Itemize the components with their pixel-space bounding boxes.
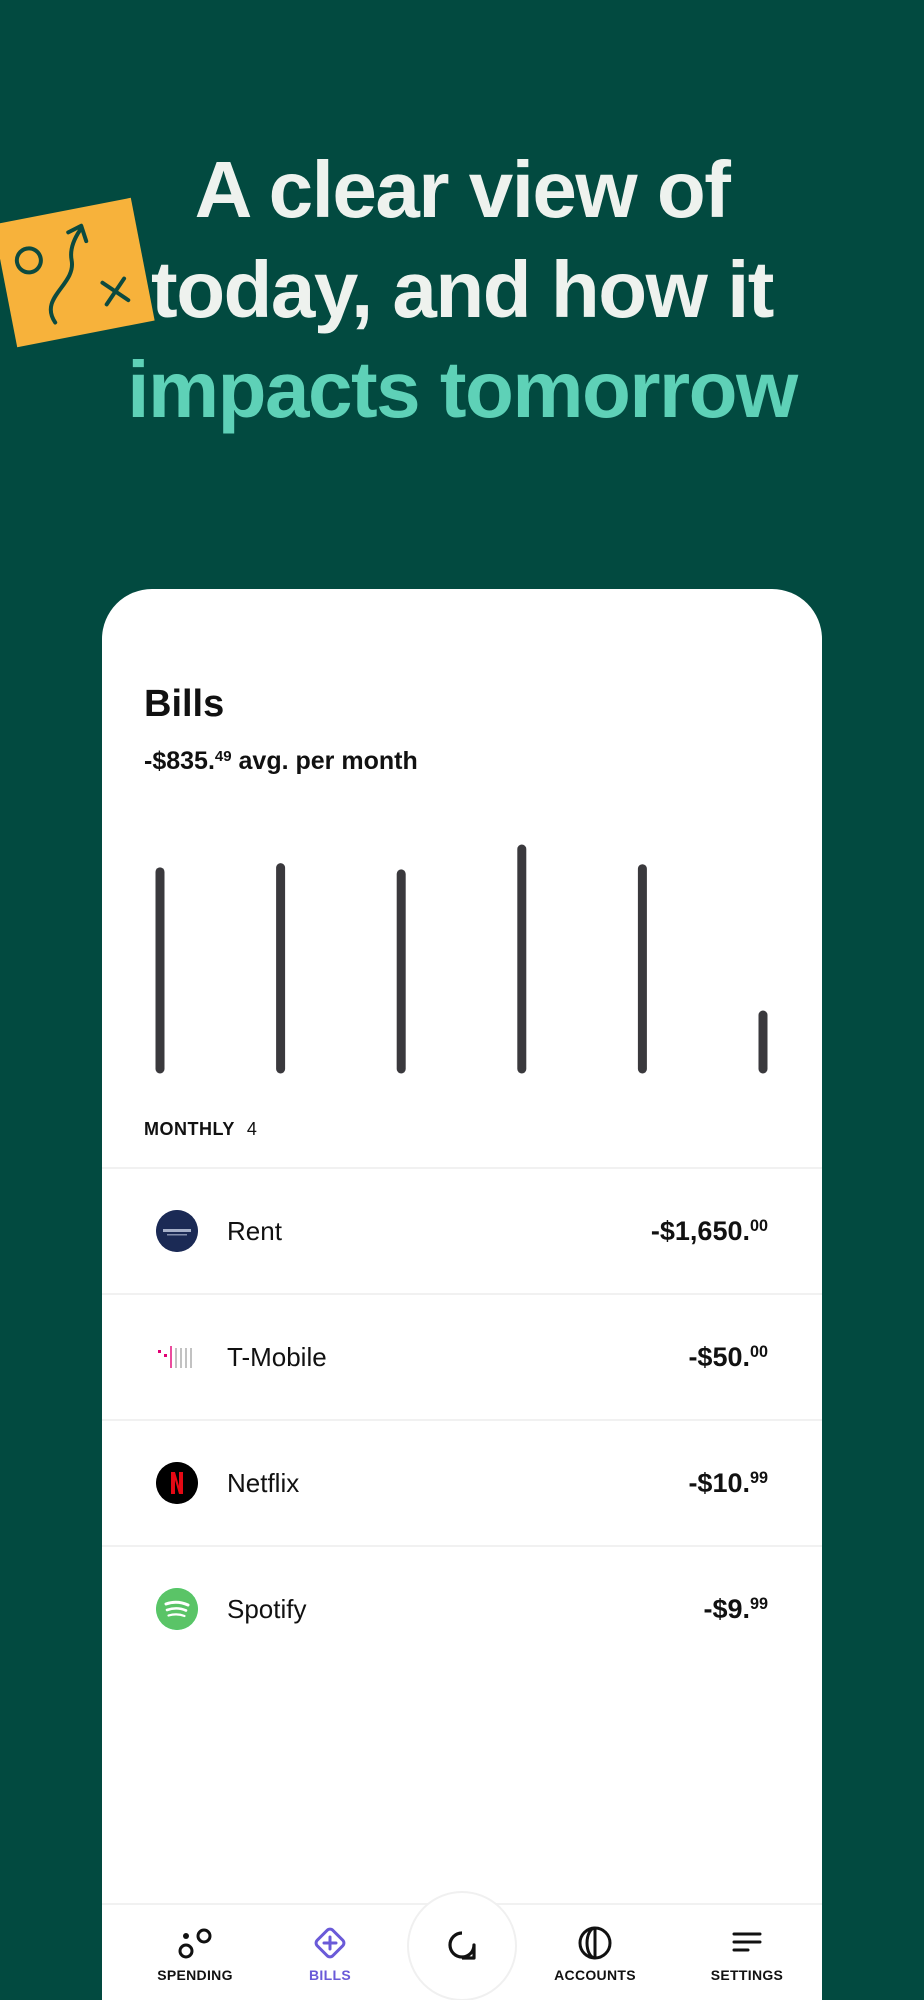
bill-name: Netflix [227, 1467, 300, 1498]
playbook-sticky-note [0, 197, 155, 348]
settings-icon [732, 1932, 762, 1952]
netflix-logo [156, 1462, 198, 1504]
spending-icon [178, 1928, 212, 1959]
bill-amount: -$10.99 [688, 1467, 768, 1498]
bill-name: Rent [227, 1215, 282, 1246]
bill-row-netflix[interactable]: Netflix -$10.99 [102, 1419, 822, 1545]
tmobile-logo [156, 1336, 198, 1378]
section-count: 4 [246, 1119, 258, 1139]
average-per-month: -$835.49 avg. per month [144, 747, 418, 776]
bill-row-spotify[interactable]: Spotify -$9.99 [102, 1545, 822, 1671]
bill-row-rent[interactable]: Rent -$1,650.00 [102, 1167, 822, 1293]
section-label: MONTHLY [144, 1119, 235, 1139]
bills-card: Bills -$835.49 avg. per month MONTHLY 4 R… [102, 589, 822, 2000]
tab-label: SETTINGS [710, 1967, 784, 1983]
bills-list: Rent -$1,650.00 T-Mobile -$50.00 Netflix… [102, 1167, 822, 1671]
accounts-icon [578, 1926, 612, 1960]
headline-line-1: A clear view of [194, 145, 731, 234]
tab-label: ACCOUNTS [554, 1967, 636, 1983]
chat-button[interactable] [407, 1891, 517, 2000]
bill-name: T-Mobile [227, 1341, 327, 1372]
bills-title: Bills [144, 683, 225, 725]
tab-spending[interactable]: SPENDING [125, 1905, 265, 2000]
bill-amount: -$50.00 [688, 1341, 768, 1372]
tab-bills[interactable]: BILLS [260, 1905, 400, 2000]
headline-line-3: impacts tomorrow [127, 345, 798, 434]
tab-label: BILLS [309, 1967, 351, 1983]
bills-chart [155, 844, 768, 1074]
tab-label: SPENDING [157, 1967, 233, 1983]
avg-suffix: avg. per month [231, 747, 418, 775]
avg-cents: 49 [214, 747, 232, 765]
monthly-section-header: MONTHLY 4 [144, 1119, 257, 1140]
bill-amount: -$9.99 [703, 1593, 768, 1624]
bill-name: Spotify [227, 1593, 307, 1624]
tab-accounts[interactable]: ACCOUNTS [525, 1905, 665, 2000]
bills-icon [314, 1927, 346, 1959]
greystar-logo [156, 1210, 198, 1252]
avg-amount: -$835. [144, 747, 215, 775]
tab-settings[interactable]: SETTINGS [677, 1905, 817, 2000]
chat-icon [448, 1931, 476, 1960]
playbook-icon [14, 223, 131, 325]
bill-amount: -$1,650.00 [650, 1215, 768, 1246]
bill-row-tmobile[interactable]: T-Mobile -$50.00 [102, 1293, 822, 1419]
spotify-logo [156, 1588, 198, 1630]
